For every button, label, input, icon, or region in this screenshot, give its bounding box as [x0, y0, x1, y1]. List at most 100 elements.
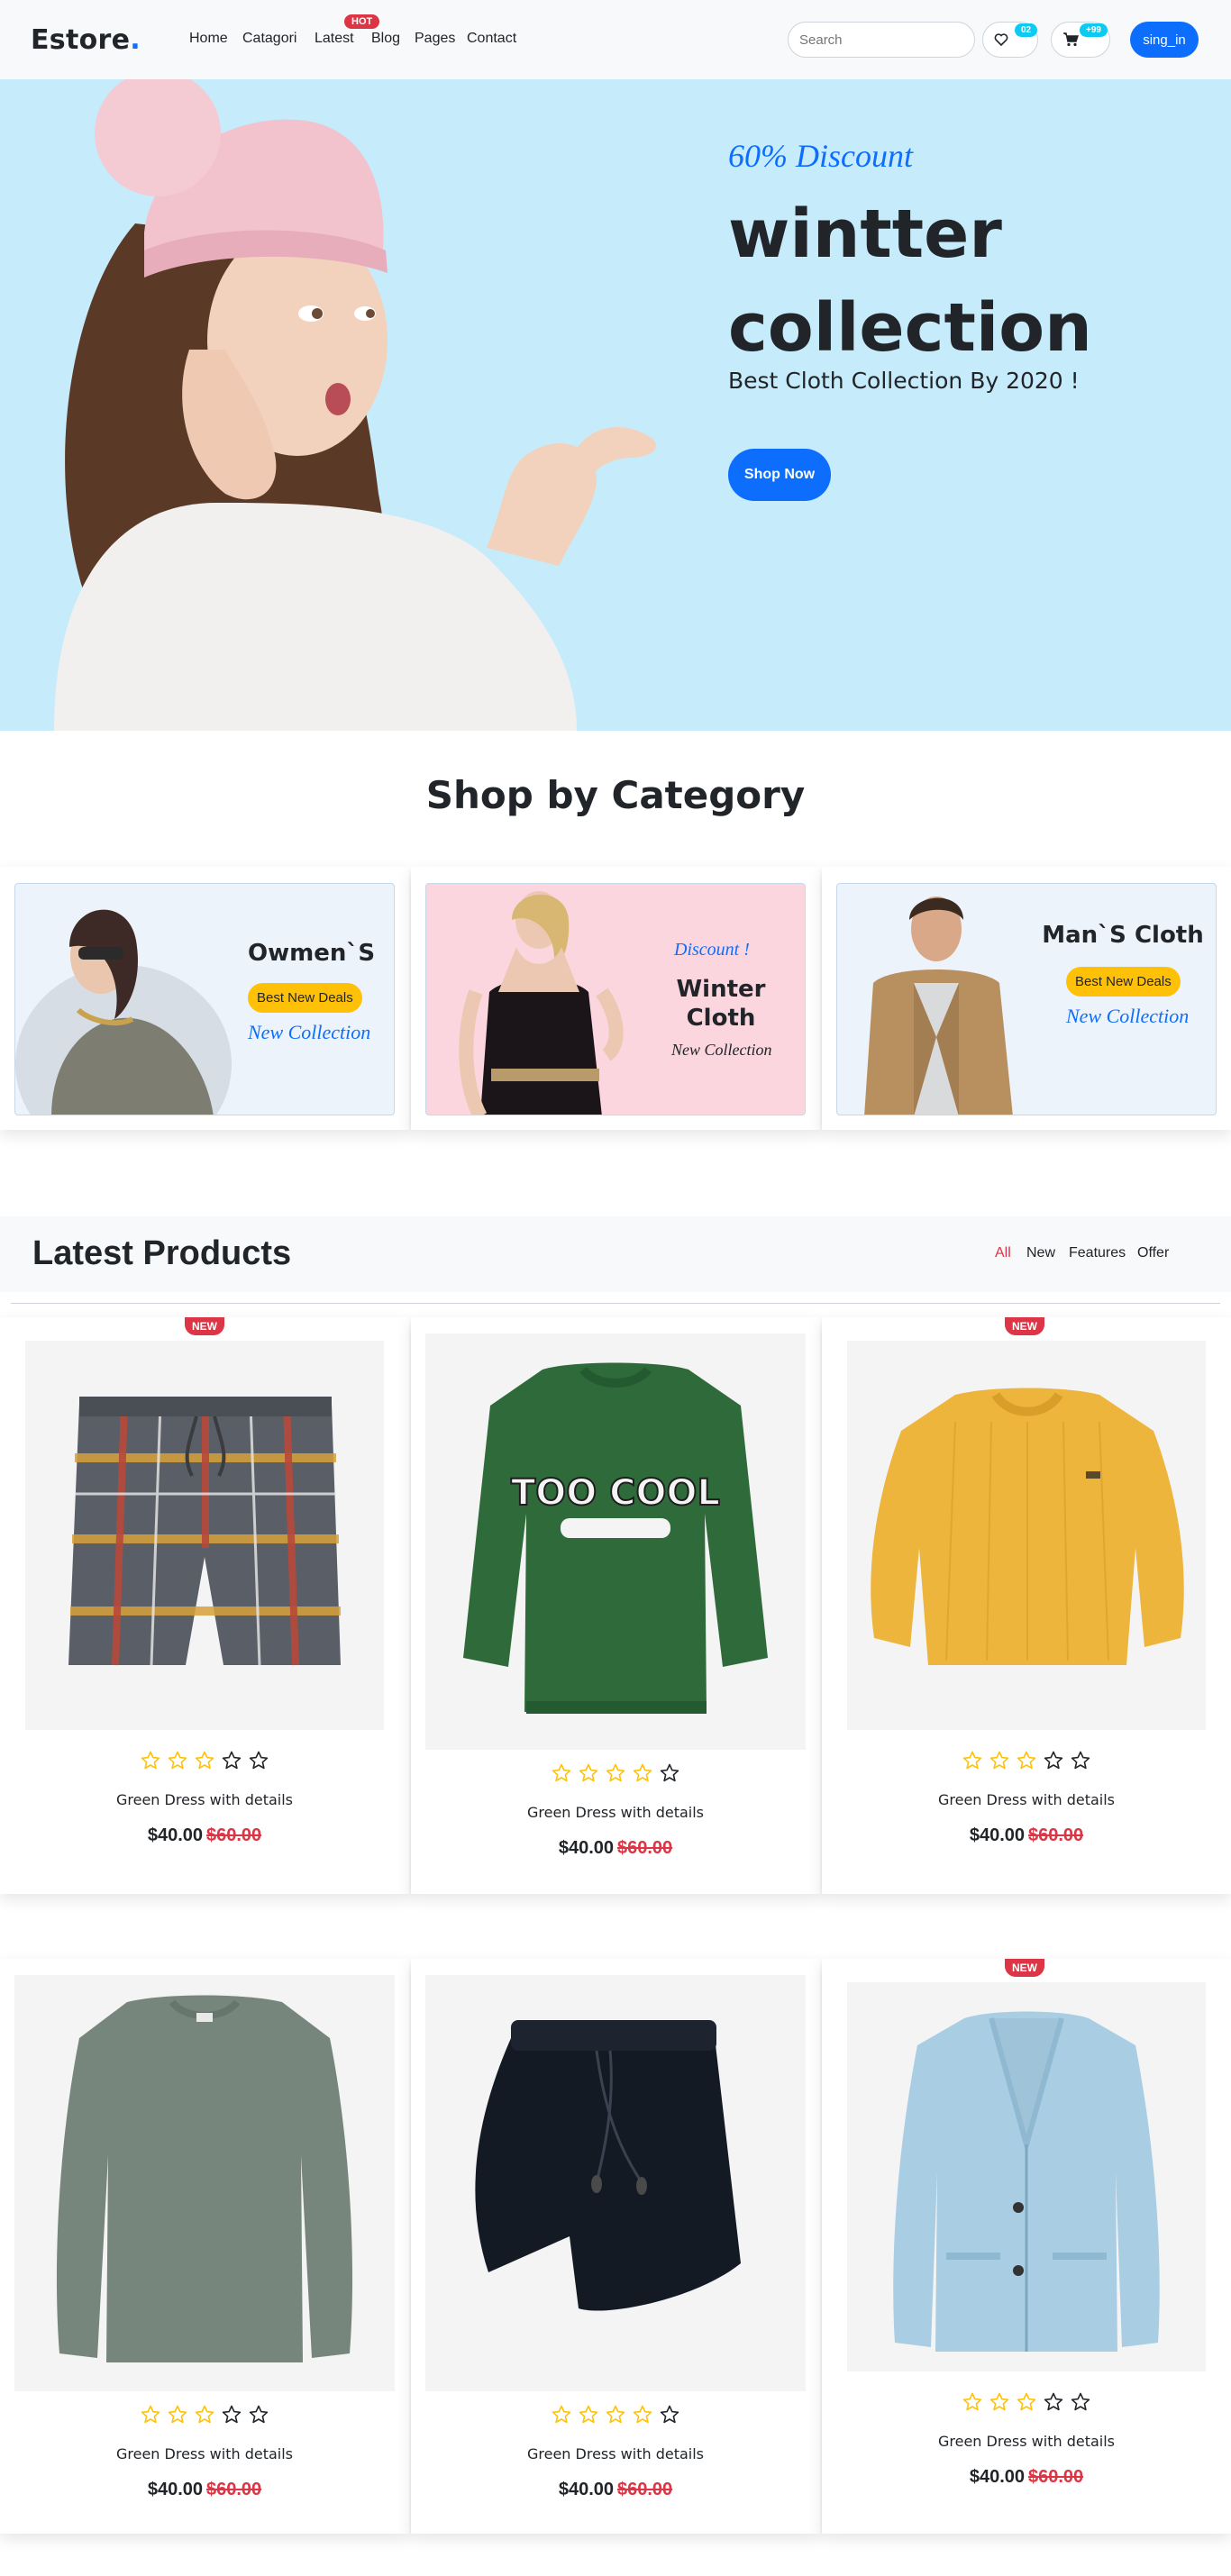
star-empty-icon — [1044, 1751, 1063, 1770]
hero-description: Best Cloth Collection By 2020 ! — [728, 368, 1080, 394]
deal-badge: Best New Deals — [1066, 967, 1181, 997]
nav-home[interactable]: Home — [189, 31, 228, 47]
star-filled-icon — [989, 2392, 1009, 2411]
price-current: $40.00 — [969, 2467, 1025, 2487]
price-old: $60.00 — [206, 2480, 262, 2499]
price-old: $60.00 — [1028, 2467, 1084, 2487]
star-filled-icon — [633, 2405, 652, 2424]
category-card-men[interactable]: Man`S Cloth Best New Deals New Collectio… — [822, 867, 1231, 1130]
product-price: $40.00 $60.00 — [411, 1838, 820, 1859]
star-filled-icon — [168, 1751, 187, 1770]
price-current: $40.00 — [147, 2480, 203, 2499]
hot-badge: HOT — [344, 14, 380, 29]
filter-all[interactable]: All — [995, 1245, 1011, 1261]
star-filled-icon — [141, 2405, 160, 2424]
new-badge: NEW — [1005, 1959, 1044, 1977]
black-shorts-image — [475, 2020, 741, 2311]
deal-badge: Best New Deals — [248, 983, 362, 1013]
star-empty-icon — [660, 1763, 679, 1782]
star-filled-icon — [141, 1751, 160, 1770]
heart-icon — [994, 33, 1008, 47]
star-filled-icon — [579, 2405, 598, 2424]
star-empty-icon — [1071, 2392, 1090, 2411]
price-current: $40.00 — [147, 1825, 203, 1845]
hero-banner: 60% Discount wintter collection Best Clo… — [0, 79, 1231, 731]
star-empty-icon — [249, 2405, 269, 2424]
category-title-line2: Cloth — [686, 1005, 756, 1032]
category-tagline: New Collection — [1066, 1005, 1190, 1027]
category-card-inner: Discount ! Winter Cloth New Collection — [425, 883, 806, 1115]
category-title: Man`S Cloth — [1042, 922, 1204, 949]
svg-text:TOO COOL: TOO COOL — [511, 1472, 720, 1514]
plaid-shorts-image — [68, 1397, 341, 1666]
shop-now-button[interactable]: Shop Now — [728, 449, 831, 501]
wishlist-count-badge: 02 — [1015, 23, 1038, 37]
rating-stars — [822, 2391, 1231, 2413]
product-name: Green Dress with details — [937, 1791, 1116, 1808]
nav-contact[interactable]: Contact — [467, 31, 516, 47]
product-card-3[interactable]: NEW Green Dress with details $40.00 $60.0… — [822, 1317, 1231, 1894]
rating-stars — [0, 2404, 409, 2426]
filter-features[interactable]: Features — [1069, 1245, 1126, 1261]
category-card-inner: Man`S Cloth Best New Deals New Collectio… — [836, 883, 1217, 1115]
nav-blog[interactable]: Blog — [371, 31, 400, 47]
product-card-2[interactable]: TOO COOL Green Dress with details $40.00… — [411, 1317, 820, 1894]
product-card-6[interactable]: NEW Green Dress with details $40.00 $60.0… — [822, 1959, 1231, 2534]
product-price: $40.00 $60.00 — [0, 1825, 409, 1846]
price-current: $40.00 — [969, 1825, 1025, 1845]
rating-stars — [0, 1750, 409, 1771]
star-filled-icon — [552, 2405, 571, 2424]
star-empty-icon — [1044, 2392, 1063, 2411]
category-card-inner: Owmen`S Best New Deals New Collection — [14, 883, 395, 1115]
product-card-1[interactable]: NEW Green Dress with details $40.00 $60.0… — [0, 1317, 409, 1894]
star-filled-icon — [168, 2405, 187, 2424]
star-filled-icon — [1017, 1751, 1036, 1770]
green-sweatshirt-image: TOO COOL — [463, 1362, 768, 1714]
hero-title: wintter collection — [728, 196, 1092, 367]
grey-sweater-image — [56, 1995, 353, 2362]
star-empty-icon — [222, 2405, 242, 2424]
category-tagline: New Collection — [248, 1021, 371, 1043]
filter-new[interactable]: New — [1026, 1245, 1055, 1261]
hero-subtitle: 60% Discount — [728, 138, 913, 174]
nav-catagori[interactable]: Catagori — [242, 31, 296, 47]
star-filled-icon — [633, 1763, 652, 1782]
product-image — [425, 1975, 806, 2391]
brand-logo[interactable]: Estore. — [31, 24, 141, 56]
product-name: Green Dress with details — [937, 2433, 1116, 2450]
product-price: $40.00 $60.00 — [0, 2480, 409, 2500]
cart-icon — [1063, 32, 1079, 47]
nav-pages[interactable]: Pages — [415, 31, 455, 47]
women-model-image — [15, 909, 232, 1115]
rating-stars — [411, 2404, 820, 2426]
product-image — [14, 1975, 395, 2391]
sign-in-button[interactable]: sing_in — [1130, 22, 1199, 58]
new-badge: NEW — [1005, 1317, 1044, 1335]
product-price: $40.00 $60.00 — [411, 2480, 820, 2500]
star-empty-icon — [660, 2405, 679, 2424]
star-filled-icon — [1017, 2392, 1036, 2411]
star-filled-icon — [552, 1763, 571, 1782]
price-current: $40.00 — [558, 1838, 614, 1858]
brand-dot: . — [130, 24, 141, 56]
category-card-winter[interactable]: Discount ! Winter Cloth New Collection — [411, 867, 820, 1130]
nav-latest[interactable]: Latest — [315, 31, 354, 47]
discount-label: Discount ! — [674, 940, 750, 960]
product-card-5[interactable]: Green Dress with details $40.00 $60.00 — [411, 1959, 820, 2534]
price-old: $60.00 — [1028, 1825, 1084, 1845]
product-card-4[interactable]: Green Dress with details $40.00 $60.00 — [0, 1959, 409, 2534]
price-old: $60.00 — [617, 2480, 673, 2499]
category-tagline: New Collection — [671, 1041, 772, 1059]
price-old: $60.00 — [617, 1838, 673, 1858]
rating-stars — [411, 1762, 820, 1784]
category-title: Owmen`S — [248, 940, 376, 967]
star-empty-icon — [1071, 1751, 1090, 1770]
product-price: $40.00 $60.00 — [822, 1825, 1231, 1846]
star-filled-icon — [579, 1763, 598, 1782]
filter-offer[interactable]: Offer — [1137, 1245, 1169, 1261]
product-image — [25, 1341, 384, 1730]
category-card-women[interactable]: Owmen`S Best New Deals New Collection — [0, 867, 409, 1130]
section-divider — [11, 1303, 1220, 1304]
search-input[interactable] — [788, 22, 975, 58]
product-name: Green Dress with details — [115, 2445, 294, 2462]
